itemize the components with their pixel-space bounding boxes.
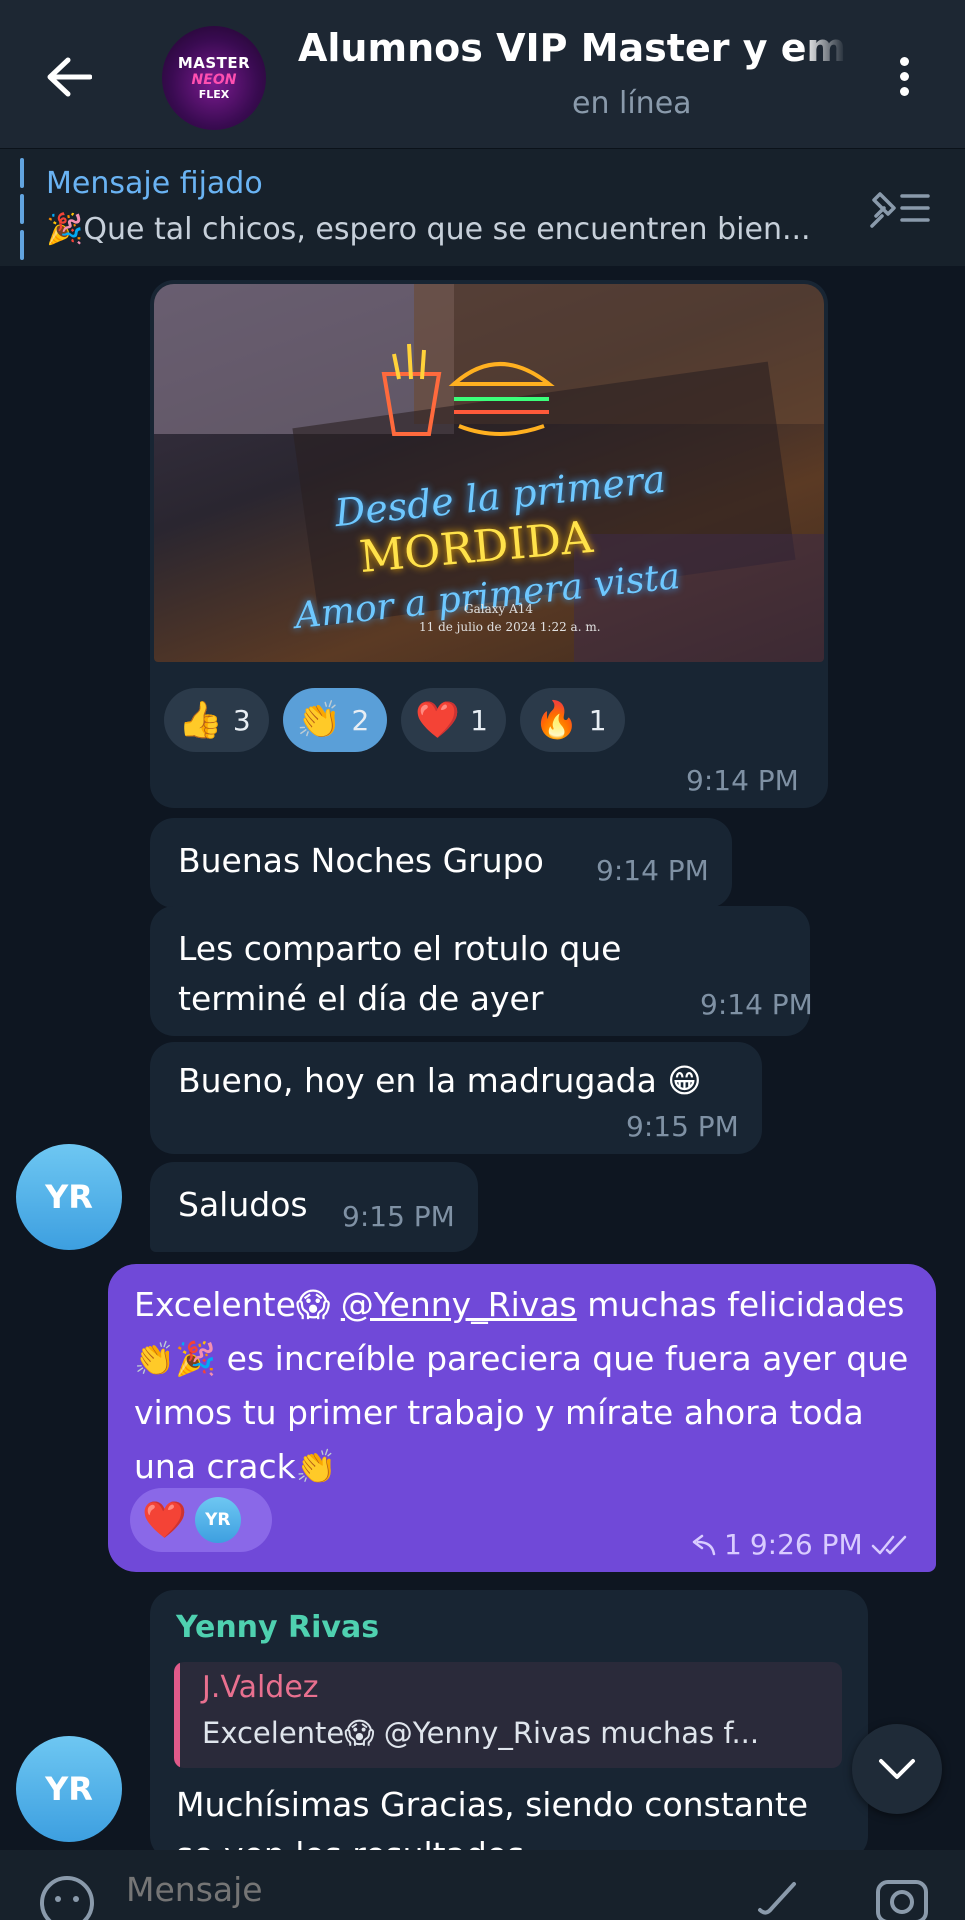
photo-caption-device: Galaxy A14 [464,602,534,616]
message-time: 9:15 PM [626,1110,739,1143]
reaction-count: 1 [470,703,488,737]
avatar-text-3: FLEX [198,88,230,101]
reply-icon [692,1534,716,1555]
more-vertical-icon [899,56,909,66]
arrow-left-icon [47,57,92,97]
user-mention-link[interactable]: @Yenny_Rivas [341,1285,577,1324]
heart-icon: ❤️ [415,700,461,741]
reaction-count: 2 [351,703,370,737]
pinned-title: Mensaje fijado [46,166,263,201]
sender-name[interactable]: Yenny Rivas [176,1610,379,1645]
reaction-count: 3 [232,703,251,737]
message-text: Buenas Noches Grupo [178,841,544,880]
pinned-text: 🎉Que tal chicos, espero que se encuentre… [46,212,811,247]
emoji-icon[interactable] [36,1872,98,1920]
back-button[interactable] [42,50,96,104]
message-time: 9:26 PM [749,1528,863,1561]
photo-caption-date: 11 de julio de 2024 1:22 a. m. [419,620,601,634]
fire-icon: 🔥 [533,700,579,741]
pinned-list-button[interactable] [866,186,936,232]
reaction-clap[interactable]: 👏 2 [282,688,388,752]
message-time: 9:15 PM [342,1200,455,1233]
outgoing-meta: 1 9:26 PM [690,1528,909,1561]
thumbs-up-icon: 👍 [178,700,223,741]
message-text: Les comparto el rotulo que terminé el dí… [178,929,622,1018]
message-input[interactable] [126,1870,726,1909]
photo-reactions: 👍 3 👏 2 ❤️ 1 🔥 1 [164,688,625,752]
reaction-fire[interactable]: 🔥 1 [519,688,625,752]
avatar-text-2: NEON [191,72,237,88]
heart-icon: ❤️ [142,1500,187,1541]
message-photo[interactable]: Desde la primera MORDIDA Amor a primera … [154,284,824,662]
dot [899,71,909,81]
quote-bar [174,1662,180,1768]
chat-status: en línea [572,86,692,121]
pin-list-icon [870,192,930,228]
attach-icon[interactable] [754,1872,808,1920]
outgoing-reaction[interactable]: ❤️ YR [130,1488,272,1552]
message-text: Bueno, hoy en la madrugada 😁 [178,1061,702,1100]
clap-icon: 👏 [296,700,342,741]
message-time: 9:14 PM [596,854,709,887]
quoted-message[interactable]: J.Valdez Excelente😱 @Yenny_Rivas muchas … [174,1662,842,1768]
pinned-indicator [20,158,24,260]
reactor-avatar: YR [194,1497,241,1543]
scroll-down-button[interactable] [852,1724,942,1814]
chat-title[interactable]: Alumnos VIP Master y emp [298,26,846,82]
message-time: 9:14 PM [686,764,799,797]
dot [899,86,909,96]
avatar-text-1: MASTER [177,54,251,72]
reaction-count: 1 [588,703,607,737]
reply-count: 1 [724,1528,742,1561]
reaction-thumbs-up[interactable]: 👍 3 [164,688,269,752]
quoted-text: Excelente😱 @Yenny_Rivas muchas f... [202,1716,760,1750]
reaction-heart[interactable]: ❤️ 1 [401,688,506,752]
sender-avatar[interactable]: YR [16,1144,122,1250]
double-check-icon [871,1535,906,1554]
group-avatar[interactable]: MASTER NEON FLEX [162,26,266,130]
text-part: Excelente😱 [134,1285,341,1324]
message-time: 9:14 PM [700,988,813,1021]
camera-icon[interactable] [872,1872,932,1920]
more-menu-button[interactable] [884,48,924,104]
sender-avatar[interactable]: YR [16,1736,122,1842]
chevron-down-icon [879,1759,915,1779]
outgoing-message-text: Excelente😱 @Yenny_Rivas muchas felicidad… [134,1278,924,1494]
message-text: Saludos [178,1185,308,1224]
quoted-sender: J.Valdez [202,1670,319,1705]
